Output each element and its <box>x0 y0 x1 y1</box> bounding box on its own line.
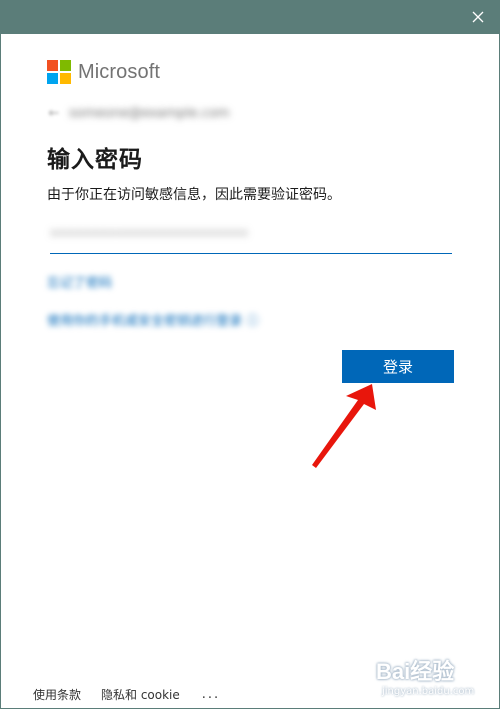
privacy-cookie-link[interactable]: 隐私和 cookie <box>101 686 180 703</box>
baidu-jingyan-watermark: Bai经验 jingyan.baidu.com <box>376 648 488 706</box>
close-icon <box>472 11 484 23</box>
brand-name: Microsoft <box>78 60 161 83</box>
more-options-icon[interactable]: ... <box>202 687 220 702</box>
account-email: someone@example.com <box>69 106 230 121</box>
footer: 使用条款 隐私和 cookie ... <box>33 686 220 703</box>
red-arrow-pointer-icon <box>312 384 376 468</box>
back-arrow-icon[interactable]: ← <box>47 106 61 121</box>
account-identity[interactable]: ← someone@example.com <box>47 106 230 121</box>
password-value: •••••••••••••••••••••••• <box>50 226 249 242</box>
page-title: 输入密码 <box>47 147 143 173</box>
window-titlebar <box>0 0 500 34</box>
watermark-url: jingyan.baidu.com <box>382 686 475 697</box>
password-input[interactable]: •••••••••••••••••••••••• <box>50 220 452 254</box>
watermark-logo-text: Bai经验 <box>376 659 455 684</box>
microsoft-logo-icon <box>47 60 71 84</box>
signin-button[interactable]: 登录 <box>342 350 454 383</box>
forgot-password-link[interactable]: 忘记了密码 <box>47 272 112 291</box>
close-button[interactable] <box>466 5 490 29</box>
microsoft-logo: Microsoft <box>47 60 160 84</box>
terms-link[interactable]: 使用条款 <box>33 686 81 703</box>
page-description: 由于你正在访问敏感信息，因此需要验证密码。 <box>47 187 341 203</box>
other-signin-option-link[interactable]: 使用你的手机或安全密钥进行登录 ⓘ <box>47 310 259 329</box>
